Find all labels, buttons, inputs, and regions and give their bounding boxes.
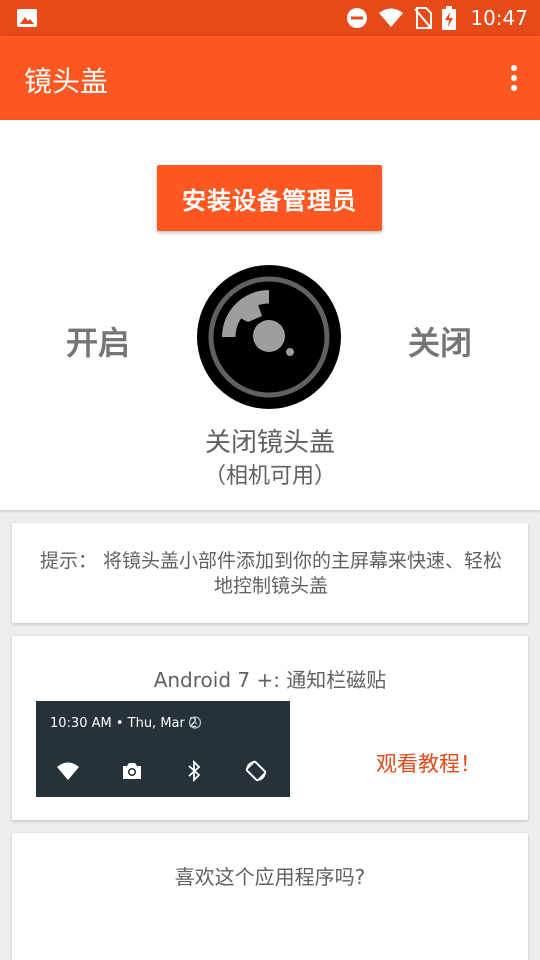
battery-charging-icon <box>442 6 457 30</box>
lens-status: 关闭镜头盖 <box>204 428 335 458</box>
rate-app-card: 喜欢这个应用程序吗? <box>12 833 528 960</box>
preview-time: 10:30 AM • Thu, Mar 2 <box>50 716 198 731</box>
status-time: 10:47 <box>470 6 528 30</box>
rate-question: 喜欢这个应用程序吗? <box>174 865 366 889</box>
lens-cap-toggle-icon[interactable] <box>196 264 342 410</box>
camera-icon <box>123 763 141 779</box>
app-bar: 镜头盖 <box>0 36 540 120</box>
lens-cap-card: 安装设备管理员 开启 关闭 关闭镜头盖 （相机可用） <box>0 120 540 510</box>
wifi-icon <box>57 762 79 780</box>
install-device-admin-button[interactable]: 安装设备管理员 <box>157 165 382 231</box>
bluetooth-icon <box>188 759 201 783</box>
tip-text: 提示： 将镜头盖小部件添加到你的主屏幕来快速、轻松地控制镜头盖 <box>39 550 503 597</box>
lens-substatus: （相机可用） <box>203 464 336 489</box>
more-vert-icon[interactable] <box>504 62 524 94</box>
watch-tutorial-link[interactable]: 观看教程！ <box>376 748 481 778</box>
off-label[interactable]: 关闭 <box>408 318 472 364</box>
tile-title: Android 7 +: 通知栏磁贴 <box>153 668 387 692</box>
quick-settings-preview: 10:30 AM • Thu, Mar 2 <box>36 701 290 797</box>
quick-tile-card: Android 7 +: 通知栏磁贴 10:30 AM • Thu, Mar 2… <box>12 636 528 820</box>
on-label[interactable]: 开启 <box>66 318 130 364</box>
wifi-icon <box>379 8 404 27</box>
do-not-disturb-icon <box>347 8 368 28</box>
status-bar: 10:47 <box>0 0 540 36</box>
gallery-icon <box>17 9 37 27</box>
tip-card: 提示： 将镜头盖小部件添加到你的主屏幕来快速、轻松地控制镜头盖 <box>12 523 528 623</box>
alarm-icon <box>188 716 202 729</box>
rotate-icon <box>245 760 267 782</box>
app-title: 镜头盖 <box>24 65 109 98</box>
no-sim-icon <box>414 7 433 29</box>
